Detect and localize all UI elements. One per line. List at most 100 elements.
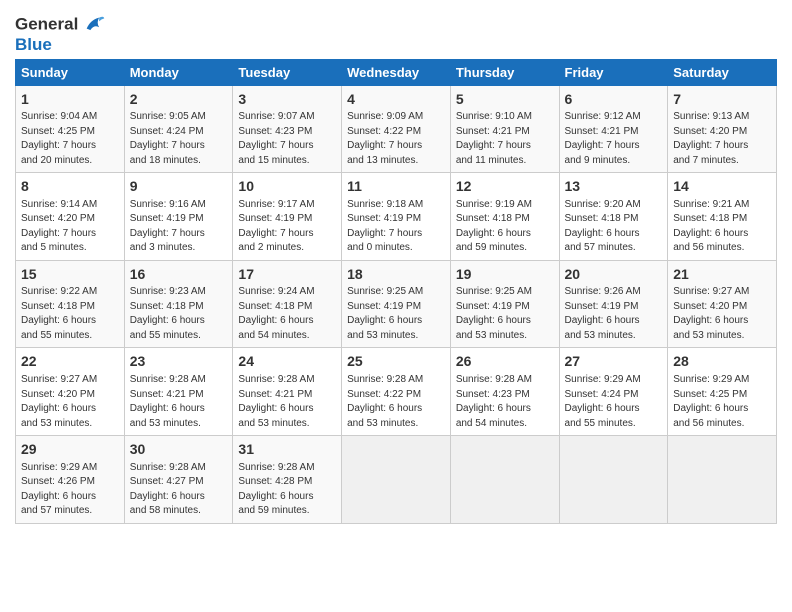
logo: General Blue	[15, 14, 105, 55]
calendar-cell: 29Sunrise: 9:29 AM Sunset: 4:26 PM Dayli…	[16, 436, 125, 524]
week-row-3: 15Sunrise: 9:22 AM Sunset: 4:18 PM Dayli…	[16, 260, 777, 348]
header: General Blue	[15, 10, 777, 55]
day-info: Sunrise: 9:21 AM Sunset: 4:18 PM Dayligh…	[673, 198, 771, 256]
day-info: Sunrise: 9:24 AM Sunset: 4:18 PM Dayligh…	[238, 285, 336, 343]
day-number: 20	[565, 265, 663, 285]
week-row-1: 1Sunrise: 9:04 AM Sunset: 4:25 PM Daylig…	[16, 85, 777, 173]
calendar-cell: 22Sunrise: 9:27 AM Sunset: 4:20 PM Dayli…	[16, 348, 125, 436]
calendar-cell: 2Sunrise: 9:05 AM Sunset: 4:24 PM Daylig…	[124, 85, 233, 173]
day-number: 11	[347, 177, 445, 197]
calendar-cell: 5Sunrise: 9:10 AM Sunset: 4:21 PM Daylig…	[450, 85, 559, 173]
calendar-cell: 20Sunrise: 9:26 AM Sunset: 4:19 PM Dayli…	[559, 260, 668, 348]
calendar-cell: 17Sunrise: 9:24 AM Sunset: 4:18 PM Dayli…	[233, 260, 342, 348]
day-info: Sunrise: 9:10 AM Sunset: 4:21 PM Dayligh…	[456, 110, 554, 168]
calendar-cell: 10Sunrise: 9:17 AM Sunset: 4:19 PM Dayli…	[233, 173, 342, 261]
day-number: 29	[21, 440, 119, 460]
day-number: 30	[130, 440, 228, 460]
day-number: 15	[21, 265, 119, 285]
day-number: 13	[565, 177, 663, 197]
weekday-header-monday: Monday	[124, 59, 233, 85]
day-info: Sunrise: 9:12 AM Sunset: 4:21 PM Dayligh…	[565, 110, 663, 168]
weekday-header-sunday: Sunday	[16, 59, 125, 85]
calendar-cell: 23Sunrise: 9:28 AM Sunset: 4:21 PM Dayli…	[124, 348, 233, 436]
calendar-table: SundayMondayTuesdayWednesdayThursdayFrid…	[15, 59, 777, 524]
calendar-cell: 11Sunrise: 9:18 AM Sunset: 4:19 PM Dayli…	[342, 173, 451, 261]
weekday-header-thursday: Thursday	[450, 59, 559, 85]
day-info: Sunrise: 9:16 AM Sunset: 4:19 PM Dayligh…	[130, 198, 228, 256]
calendar-cell: 27Sunrise: 9:29 AM Sunset: 4:24 PM Dayli…	[559, 348, 668, 436]
calendar-cell: 15Sunrise: 9:22 AM Sunset: 4:18 PM Dayli…	[16, 260, 125, 348]
page-container: General Blue SundayMondayTuesdayWednesda…	[0, 0, 792, 534]
day-number: 3	[238, 90, 336, 110]
day-number: 17	[238, 265, 336, 285]
calendar-cell: 14Sunrise: 9:21 AM Sunset: 4:18 PM Dayli…	[668, 173, 777, 261]
day-number: 25	[347, 352, 445, 372]
week-row-4: 22Sunrise: 9:27 AM Sunset: 4:20 PM Dayli…	[16, 348, 777, 436]
day-number: 19	[456, 265, 554, 285]
day-number: 27	[565, 352, 663, 372]
day-info: Sunrise: 9:27 AM Sunset: 4:20 PM Dayligh…	[21, 373, 119, 431]
calendar-cell: 31Sunrise: 9:28 AM Sunset: 4:28 PM Dayli…	[233, 436, 342, 524]
day-info: Sunrise: 9:19 AM Sunset: 4:18 PM Dayligh…	[456, 198, 554, 256]
calendar-cell: 21Sunrise: 9:27 AM Sunset: 4:20 PM Dayli…	[668, 260, 777, 348]
logo-line1: General	[15, 14, 105, 36]
day-info: Sunrise: 9:27 AM Sunset: 4:20 PM Dayligh…	[673, 285, 771, 343]
logo-line2: Blue	[15, 36, 105, 55]
day-number: 12	[456, 177, 554, 197]
weekday-header-wednesday: Wednesday	[342, 59, 451, 85]
day-number: 14	[673, 177, 771, 197]
logo-bird-icon	[83, 14, 105, 36]
day-number: 5	[456, 90, 554, 110]
day-number: 8	[21, 177, 119, 197]
day-number: 9	[130, 177, 228, 197]
day-number: 28	[673, 352, 771, 372]
day-number: 7	[673, 90, 771, 110]
day-info: Sunrise: 9:28 AM Sunset: 4:21 PM Dayligh…	[238, 373, 336, 431]
day-info: Sunrise: 9:22 AM Sunset: 4:18 PM Dayligh…	[21, 285, 119, 343]
day-number: 26	[456, 352, 554, 372]
calendar-cell: 12Sunrise: 9:19 AM Sunset: 4:18 PM Dayli…	[450, 173, 559, 261]
day-info: Sunrise: 9:28 AM Sunset: 4:21 PM Dayligh…	[130, 373, 228, 431]
calendar-cell	[342, 436, 451, 524]
calendar-cell: 30Sunrise: 9:28 AM Sunset: 4:27 PM Dayli…	[124, 436, 233, 524]
calendar-cell: 3Sunrise: 9:07 AM Sunset: 4:23 PM Daylig…	[233, 85, 342, 173]
calendar-cell: 16Sunrise: 9:23 AM Sunset: 4:18 PM Dayli…	[124, 260, 233, 348]
day-info: Sunrise: 9:20 AM Sunset: 4:18 PM Dayligh…	[565, 198, 663, 256]
calendar-cell	[450, 436, 559, 524]
calendar-cell	[668, 436, 777, 524]
day-info: Sunrise: 9:29 AM Sunset: 4:26 PM Dayligh…	[21, 461, 119, 519]
calendar-cell: 1Sunrise: 9:04 AM Sunset: 4:25 PM Daylig…	[16, 85, 125, 173]
weekday-header-tuesday: Tuesday	[233, 59, 342, 85]
day-info: Sunrise: 9:28 AM Sunset: 4:27 PM Dayligh…	[130, 461, 228, 519]
day-info: Sunrise: 9:17 AM Sunset: 4:19 PM Dayligh…	[238, 198, 336, 256]
day-info: Sunrise: 9:28 AM Sunset: 4:23 PM Dayligh…	[456, 373, 554, 431]
day-info: Sunrise: 9:28 AM Sunset: 4:22 PM Dayligh…	[347, 373, 445, 431]
day-number: 31	[238, 440, 336, 460]
day-info: Sunrise: 9:05 AM Sunset: 4:24 PM Dayligh…	[130, 110, 228, 168]
calendar-cell: 26Sunrise: 9:28 AM Sunset: 4:23 PM Dayli…	[450, 348, 559, 436]
day-info: Sunrise: 9:07 AM Sunset: 4:23 PM Dayligh…	[238, 110, 336, 168]
day-number: 21	[673, 265, 771, 285]
calendar-cell: 4Sunrise: 9:09 AM Sunset: 4:22 PM Daylig…	[342, 85, 451, 173]
day-info: Sunrise: 9:14 AM Sunset: 4:20 PM Dayligh…	[21, 198, 119, 256]
day-number: 23	[130, 352, 228, 372]
day-info: Sunrise: 9:13 AM Sunset: 4:20 PM Dayligh…	[673, 110, 771, 168]
calendar-cell: 28Sunrise: 9:29 AM Sunset: 4:25 PM Dayli…	[668, 348, 777, 436]
day-number: 1	[21, 90, 119, 110]
day-info: Sunrise: 9:28 AM Sunset: 4:28 PM Dayligh…	[238, 461, 336, 519]
day-number: 2	[130, 90, 228, 110]
day-number: 10	[238, 177, 336, 197]
day-number: 16	[130, 265, 228, 285]
day-info: Sunrise: 9:25 AM Sunset: 4:19 PM Dayligh…	[347, 285, 445, 343]
calendar-cell: 9Sunrise: 9:16 AM Sunset: 4:19 PM Daylig…	[124, 173, 233, 261]
weekday-header-friday: Friday	[559, 59, 668, 85]
day-number: 24	[238, 352, 336, 372]
week-row-5: 29Sunrise: 9:29 AM Sunset: 4:26 PM Dayli…	[16, 436, 777, 524]
week-row-2: 8Sunrise: 9:14 AM Sunset: 4:20 PM Daylig…	[16, 173, 777, 261]
calendar-header: SundayMondayTuesdayWednesdayThursdayFrid…	[16, 59, 777, 85]
calendar-cell: 18Sunrise: 9:25 AM Sunset: 4:19 PM Dayli…	[342, 260, 451, 348]
weekday-header-row: SundayMondayTuesdayWednesdayThursdayFrid…	[16, 59, 777, 85]
day-info: Sunrise: 9:25 AM Sunset: 4:19 PM Dayligh…	[456, 285, 554, 343]
calendar-cell: 7Sunrise: 9:13 AM Sunset: 4:20 PM Daylig…	[668, 85, 777, 173]
calendar-cell: 19Sunrise: 9:25 AM Sunset: 4:19 PM Dayli…	[450, 260, 559, 348]
